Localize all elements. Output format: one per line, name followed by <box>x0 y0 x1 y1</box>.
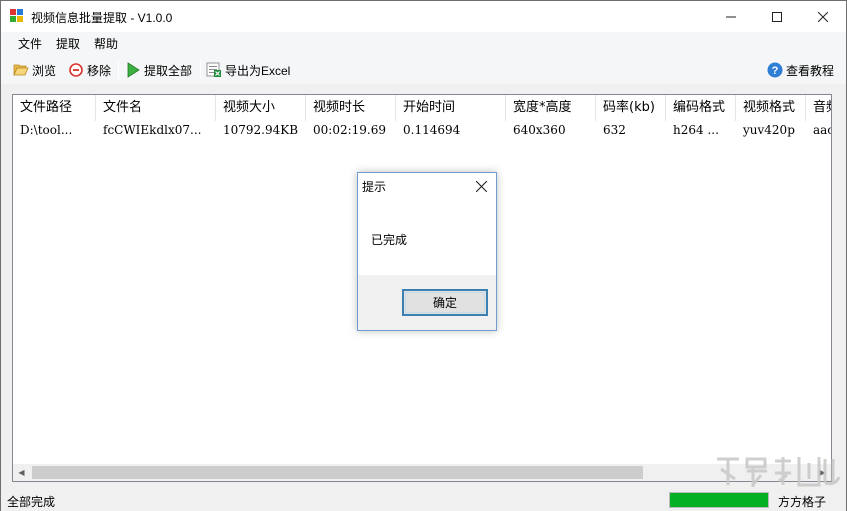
scrollbar-thumb[interactable] <box>32 466 643 479</box>
progress-bar <box>669 492 769 508</box>
app-window: 视频信息批量提取 - V1.0.0 文件 提取 帮助 浏览 移除 提取全部 导出… <box>0 0 847 511</box>
cell-audio: aac <box>813 123 832 137</box>
extract-all-button[interactable]: 提取全部 <box>125 60 192 80</box>
menu-extract[interactable]: 提取 <box>49 32 87 56</box>
cell-codec: h264 ... <box>673 123 719 137</box>
column-header[interactable]: 文件路径 <box>13 95 96 121</box>
close-button[interactable] <box>800 1 846 32</box>
remove-icon <box>68 62 84 78</box>
column-header[interactable]: 码率(kb) <box>596 95 666 121</box>
progress-fill <box>670 493 768 507</box>
cell-filename: fcCWIEkdlx07... <box>103 123 202 137</box>
play-icon <box>125 62 141 78</box>
cell-size: 10792.94KB <box>223 123 299 137</box>
ok-label: 确定 <box>432 296 457 310</box>
dialog-message: 已完成 <box>371 233 408 247</box>
watermark-logo <box>713 453 843 489</box>
maximize-button[interactable] <box>754 1 800 32</box>
menu-help[interactable]: 帮助 <box>87 32 125 56</box>
remove-button[interactable]: 移除 <box>68 60 111 80</box>
browse-button[interactable]: 浏览 <box>13 60 56 80</box>
help-icon: ? <box>767 62 783 78</box>
menu-bar: 文件 提取 帮助 <box>1 32 846 56</box>
dialog-close-button[interactable] <box>471 176 491 196</box>
toolbar: 浏览 移除 提取全部 导出为Excel ? 查看教程 <box>1 56 846 84</box>
browse-label: 浏览 <box>32 63 57 78</box>
toolbar-separator <box>200 61 201 79</box>
cell-duration: 00:02:19.69 <box>313 123 386 137</box>
status-text: 全部完成 <box>7 495 56 509</box>
folder-open-icon <box>13 62 29 78</box>
svg-text:?: ? <box>772 65 779 77</box>
minimize-button[interactable] <box>708 1 754 32</box>
column-header[interactable]: 宽度*高度 <box>506 95 596 121</box>
column-header[interactable]: 编码格式 <box>666 95 736 121</box>
maximize-icon <box>772 11 782 22</box>
dialog-title: 提示 <box>362 180 387 194</box>
column-header[interactable]: 视频时长 <box>306 95 396 121</box>
close-icon <box>475 180 487 192</box>
column-header[interactable]: 音频 <box>806 95 831 121</box>
cell-path: D:\tool... <box>20 123 73 137</box>
tutorial-label: 查看教程 <box>786 63 835 78</box>
horizontal-scrollbar[interactable]: ◀ ▶ <box>13 464 831 481</box>
table-row[interactable]: D:\tool... fcCWIEkdlx07... 10792.94KB 00… <box>13 121 832 139</box>
column-header[interactable]: 文件名 <box>96 95 216 121</box>
dialog-body: 已完成 <box>358 199 496 275</box>
cell-bitrate: 632 <box>603 123 626 137</box>
export-excel-button[interactable]: 导出为Excel <box>206 60 290 80</box>
dialog-title-bar: 提示 <box>358 173 496 199</box>
title-bar: 视频信息批量提取 - V1.0.0 <box>1 1 846 32</box>
status-bar: 全部完成 方方格子 <box>1 489 846 511</box>
column-header[interactable]: 开始时间 <box>396 95 506 121</box>
close-icon <box>818 11 828 22</box>
minimize-icon <box>726 16 736 17</box>
export-excel-label: 导出为Excel <box>225 63 291 78</box>
author-label: 方方格子 <box>778 495 827 509</box>
menu-file[interactable]: 文件 <box>11 32 49 56</box>
extract-all-label: 提取全部 <box>144 63 193 78</box>
scroll-left-icon[interactable]: ◀ <box>13 464 30 481</box>
cell-resolution: 640x360 <box>513 123 566 137</box>
toolbar-separator <box>118 61 119 79</box>
remove-label: 移除 <box>87 63 112 78</box>
tutorial-button[interactable]: ? 查看教程 <box>767 60 834 80</box>
cell-start-time: 0.114694 <box>403 123 461 137</box>
column-header[interactable]: 视频大小 <box>216 95 306 121</box>
window-title: 视频信息批量提取 - V1.0.0 <box>31 11 173 25</box>
message-dialog: 提示 已完成 确定 <box>357 172 497 331</box>
app-icon <box>10 9 25 23</box>
cell-pixel-format: yuv420p <box>743 123 795 137</box>
column-header[interactable]: 视频格式 <box>736 95 806 121</box>
ok-button[interactable]: 确定 <box>402 289 488 316</box>
excel-export-icon <box>206 62 222 78</box>
list-header: 文件路径 文件名 视频大小 视频时长 开始时间 宽度*高度 码率(kb) 编码格… <box>13 95 831 121</box>
